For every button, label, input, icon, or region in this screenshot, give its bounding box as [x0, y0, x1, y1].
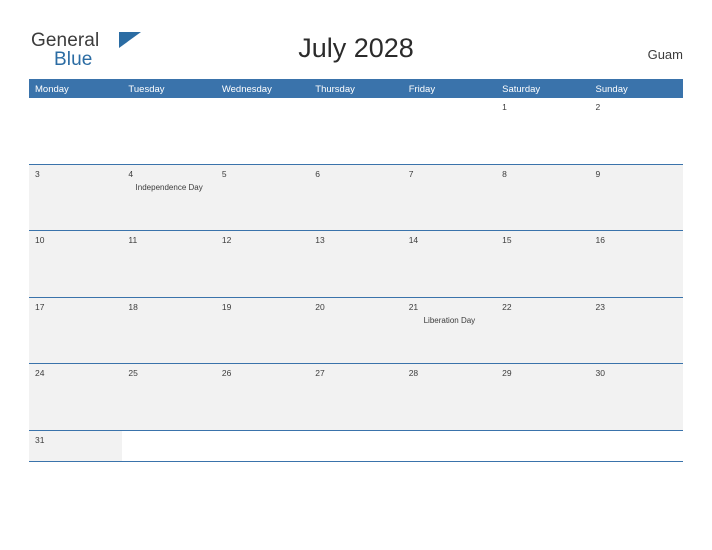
page-header: General Blue July 2028 Guam: [0, 0, 712, 80]
day-number: 17: [35, 301, 45, 312]
day-number: 19: [221, 301, 232, 312]
country-label: Guam: [647, 47, 683, 62]
day-number: 9: [595, 168, 601, 179]
day-number: 12: [221, 235, 232, 246]
calendar-day-1[interactable]: 1: [496, 98, 590, 164]
day-number: 24: [35, 368, 45, 379]
calendar-day-29[interactable]: 29: [496, 364, 590, 430]
page-title: July 2028: [298, 33, 414, 63]
day-number: 23: [595, 301, 605, 312]
day-number: 10: [35, 235, 45, 246]
day-number: 27: [315, 368, 325, 379]
calendar-week-row: 3 4 Independence Day 5 6 7 8 9: [29, 164, 683, 232]
weekday-header-tuesday: Tuesday: [128, 84, 165, 95]
calendar-day-15[interactable]: 15: [496, 231, 590, 297]
day-number: 4: [128, 168, 134, 179]
day-number: 1: [502, 102, 507, 112]
calendar-day-6[interactable]: 6: [309, 164, 403, 231]
calendar-day-empty[interactable]: [215, 430, 310, 461]
calendar-day-26[interactable]: 26: [215, 364, 310, 430]
calendar-day-empty[interactable]: [122, 98, 216, 164]
calendar-day-empty[interactable]: [589, 430, 683, 461]
calendar-day-12[interactable]: 12: [215, 231, 310, 297]
calendar-weeks: 1 2 3 4 Independence Day 5 6 7 8 9 10 11 12 13 14 15 16 1…: [29, 98, 683, 462]
calendar-day-10[interactable]: 10: [29, 231, 123, 297]
calendar-day-13[interactable]: 13: [309, 231, 403, 297]
calendar-day-empty[interactable]: [402, 430, 497, 461]
day-number: 22: [502, 301, 512, 312]
day-number: 25: [128, 368, 138, 379]
day-number: 18: [128, 301, 138, 312]
calendar-day-25[interactable]: 25: [122, 364, 216, 430]
day-number: 8: [502, 168, 507, 179]
calendar-day-18[interactable]: 18: [122, 297, 216, 364]
calendar-day-3[interactable]: 3: [29, 164, 123, 231]
calendar-page: General Blue July 2028 Guam Monday Tuesda…: [0, 0, 712, 550]
day-event-label: Independence Day: [135, 182, 203, 192]
calendar-day-23[interactable]: 23: [589, 297, 683, 364]
day-number: 21: [408, 301, 419, 312]
calendar-week-row: 17 18 19 20 21 Liberation Day 22 23: [29, 297, 683, 365]
day-number: 20: [315, 301, 325, 312]
calendar-week-row: 31: [29, 430, 683, 462]
calendar-day-4[interactable]: 4 Independence Day: [122, 164, 216, 231]
calendar-day-31[interactable]: 31: [29, 430, 123, 461]
calendar-day-19[interactable]: 19: [215, 297, 310, 364]
day-number: 28: [408, 368, 419, 379]
calendar-day-24[interactable]: 24: [29, 364, 123, 430]
calendar-day-16[interactable]: 16: [589, 231, 683, 297]
calendar-day-7[interactable]: 7: [402, 164, 497, 231]
calendar-day-empty[interactable]: [309, 430, 403, 461]
calendar-day-empty[interactable]: [122, 430, 216, 461]
day-number: 15: [502, 235, 512, 246]
day-number: 29: [502, 368, 512, 379]
calendar-week-row: 12: [29, 98, 683, 165]
day-number: 13: [315, 235, 325, 246]
calendar-day-17[interactable]: 17: [29, 297, 123, 364]
calendar-day-8[interactable]: 8: [496, 164, 590, 231]
weekday-header-row: Monday Tuesday Wednesday Thursday Friday Satu…: [29, 79, 683, 98]
calendar-week-row: 10 11 12 13 14 15 16: [29, 231, 683, 298]
day-number: 14: [408, 235, 419, 246]
day-number: 11: [128, 235, 138, 246]
calendar-day-2[interactable]: 2: [589, 98, 683, 164]
weekday-header-saturday: Saturday: [502, 84, 541, 95]
calendar-day-22[interactable]: 22: [496, 297, 590, 364]
weekday-header-thursday: Thursday: [315, 84, 355, 95]
calendar-day-21[interactable]: 21 Liberation Day: [402, 297, 497, 364]
day-number: 30: [595, 368, 605, 379]
calendar-day-11[interactable]: 11: [122, 231, 216, 297]
day-number: 7: [408, 168, 414, 179]
calendar-day-empty[interactable]: [29, 98, 123, 164]
day-number: 31: [35, 434, 45, 445]
weekday-header-sunday: Sunday: [595, 84, 628, 95]
calendar-day-30[interactable]: 30: [589, 364, 683, 430]
calendar-day-5[interactable]: 5: [215, 164, 310, 231]
weekday-header-monday: Monday: [35, 84, 69, 95]
day-event-label: Liberation Day: [423, 315, 476, 325]
calendar-day-empty[interactable]: [496, 430, 590, 461]
day-number: 2: [595, 102, 601, 112]
day-number: 5: [221, 168, 227, 179]
day-number: 6: [315, 168, 320, 179]
calendar-day-9[interactable]: 9: [589, 164, 683, 231]
calendar-day-20[interactable]: 20: [309, 297, 403, 364]
calendar-day-14[interactable]: 14: [402, 231, 497, 297]
calendar-day-empty[interactable]: [215, 98, 310, 164]
calendar-day-empty[interactable]: [402, 98, 497, 164]
day-number: 16: [595, 235, 605, 246]
weekday-header-friday: Friday: [408, 84, 436, 95]
calendar-grid: Monday Tuesday Wednesday Thursday Friday Satu…: [29, 79, 683, 462]
day-number: 3: [35, 168, 40, 179]
calendar-week-row: 24 25 26 27 28 29 30: [29, 364, 683, 431]
day-number: 26: [221, 368, 232, 379]
calendar-day-27[interactable]: 27: [309, 364, 403, 430]
calendar-day-28[interactable]: 28: [402, 364, 497, 430]
weekday-header-wednesday: Wednesday: [221, 84, 272, 95]
calendar-day-empty[interactable]: [309, 98, 403, 164]
